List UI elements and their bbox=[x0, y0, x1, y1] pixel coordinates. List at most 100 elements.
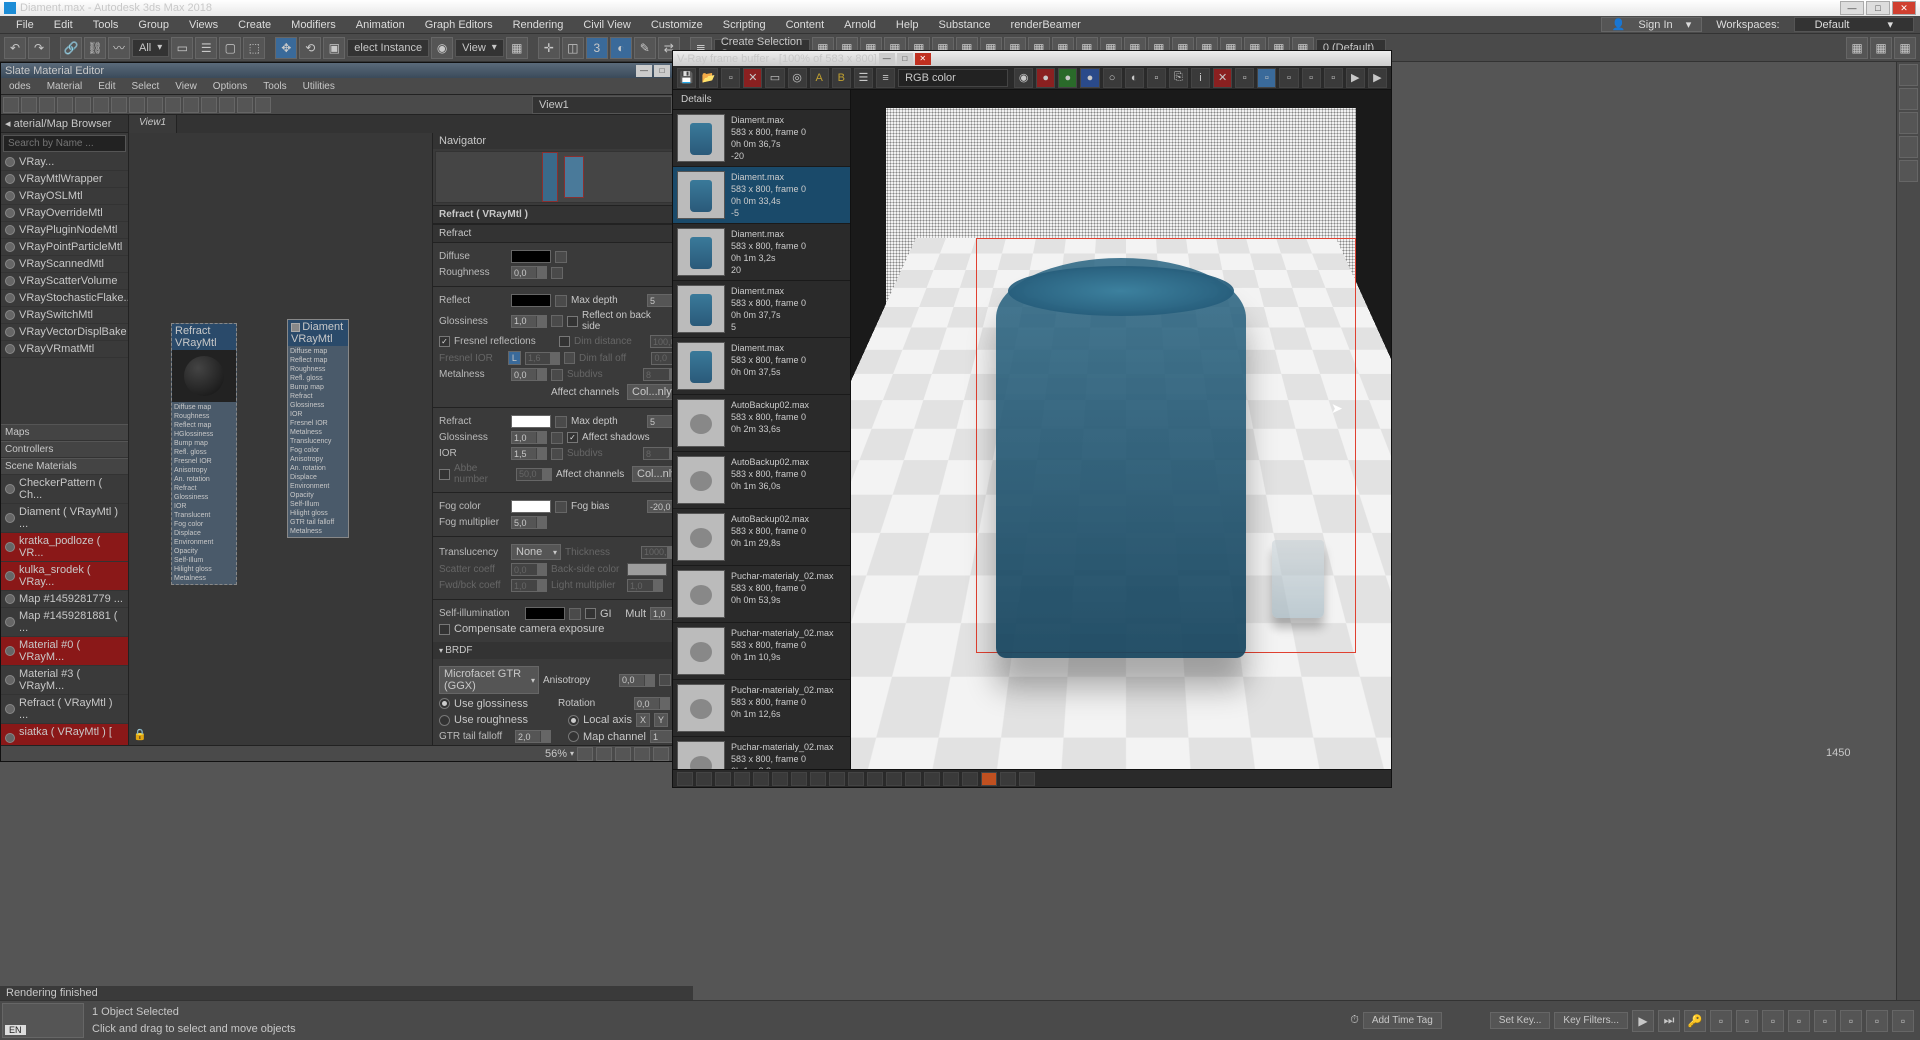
scene-materials-group[interactable]: Scene Materials bbox=[1, 458, 128, 475]
vfb-stb-15[interactable] bbox=[943, 772, 959, 786]
slate-tb-4[interactable] bbox=[57, 97, 73, 113]
fresnel-lock-button[interactable]: L bbox=[508, 351, 521, 365]
menu-renderbeamer[interactable]: renderBeamer bbox=[1001, 19, 1091, 31]
reflect-gloss-map-button[interactable] bbox=[551, 315, 563, 327]
diffuse-map-button[interactable] bbox=[555, 251, 567, 263]
selfillum-swatch[interactable] bbox=[525, 607, 565, 620]
vfb-render-button[interactable]: ▶ bbox=[1368, 68, 1387, 88]
ior-spinner[interactable]: 1,5 bbox=[511, 447, 547, 460]
reflect-swatch[interactable] bbox=[511, 294, 551, 307]
slate-tb-15[interactable] bbox=[255, 97, 271, 113]
vfb-channel-dropdown[interactable]: RGB color bbox=[898, 69, 1008, 87]
vfb-stb-8[interactable] bbox=[810, 772, 826, 786]
brdf-dropdown[interactable]: Microfacet GTR (GGX) bbox=[439, 666, 539, 694]
menu-tools[interactable]: Tools bbox=[83, 19, 129, 31]
vfb-render-area[interactable]: ➤ bbox=[851, 90, 1391, 769]
add-time-tag-button[interactable]: Add Time Tag bbox=[1363, 1012, 1442, 1029]
browser-item[interactable]: VRayVRmatMtl bbox=[1, 341, 128, 358]
time-slider-icon[interactable]: ⏱ bbox=[1350, 1014, 1359, 1027]
local-axis-radio[interactable] bbox=[568, 715, 579, 726]
slate-menu-tools[interactable]: Tools bbox=[255, 81, 294, 92]
slate-tb-5[interactable] bbox=[75, 97, 91, 113]
history-item[interactable]: Puchar-materialy_02.max583 x 800, frame … bbox=[673, 680, 850, 737]
vfb-close-button[interactable]: ✕ bbox=[915, 53, 931, 65]
vfb-stb-5[interactable] bbox=[753, 772, 769, 786]
anim-play-button[interactable]: ▶ bbox=[1632, 1010, 1654, 1032]
viewport-nav-8[interactable]: ▫ bbox=[1892, 1010, 1914, 1032]
history-item[interactable]: AutoBackup02.max583 x 800, frame 00h 1m … bbox=[673, 509, 850, 566]
slate-layout-button[interactable] bbox=[653, 747, 669, 761]
vfb-stb-3[interactable] bbox=[715, 772, 731, 786]
roughness-spinner[interactable]: 0,0 bbox=[511, 266, 547, 279]
vfb-stb-6[interactable] bbox=[772, 772, 788, 786]
vfb-r-button[interactable]: ● bbox=[1036, 68, 1055, 88]
abbe-checkbox[interactable] bbox=[439, 469, 450, 480]
menu-arnold[interactable]: Arnold bbox=[834, 19, 886, 31]
vfb-mono-button[interactable]: ◐ bbox=[1125, 68, 1144, 88]
browser-item[interactable]: VRayOverrideMtl bbox=[1, 205, 128, 222]
menu-edit[interactable]: Edit bbox=[44, 19, 83, 31]
vfb-stb-4[interactable] bbox=[734, 772, 750, 786]
compensate-checkbox[interactable] bbox=[439, 624, 450, 635]
vfb-g-button[interactable]: ● bbox=[1058, 68, 1077, 88]
vfb-b-button[interactable]: ● bbox=[1080, 68, 1099, 88]
vfb-stb-16[interactable] bbox=[962, 772, 978, 786]
menu-file[interactable]: File bbox=[6, 19, 44, 31]
vfb-stb-14[interactable] bbox=[924, 772, 940, 786]
viewport-nav-1[interactable]: ▫ bbox=[1710, 1010, 1732, 1032]
slate-menu-options[interactable]: Options bbox=[205, 81, 255, 92]
rotate-button[interactable]: ⟲ bbox=[299, 37, 321, 59]
menu-scripting[interactable]: Scripting bbox=[713, 19, 776, 31]
vfb-tb-e[interactable]: ▫ bbox=[1324, 68, 1343, 88]
vfb-clear-button[interactable]: ✕ bbox=[743, 68, 762, 88]
browser-item[interactable]: VRayStochasticFlake... bbox=[1, 290, 128, 307]
use-rough-radio[interactable] bbox=[439, 715, 450, 726]
slate-zoomsel-button[interactable] bbox=[634, 747, 650, 761]
snap-toggle[interactable]: ✛ bbox=[538, 37, 560, 59]
browser-search-input[interactable] bbox=[3, 135, 126, 152]
menu-content[interactable]: Content bbox=[776, 19, 835, 31]
link-button[interactable]: 🔗 bbox=[60, 37, 82, 59]
material-node-refract[interactable]: RefractVRayMtl Diffuse mapRoughnessRefle… bbox=[171, 323, 237, 585]
browser-item[interactable]: VRayOSLMtl bbox=[1, 188, 128, 205]
slate-titlebar[interactable]: Slate Material Editor — □ ✕ bbox=[1, 63, 692, 78]
slate-maximize-button[interactable]: □ bbox=[654, 65, 670, 77]
history-item[interactable]: AutoBackup02.max583 x 800, frame 00h 2m … bbox=[673, 395, 850, 452]
slate-menu-edit[interactable]: Edit bbox=[90, 81, 123, 92]
metalness-spinner[interactable]: 0,0 bbox=[511, 368, 547, 381]
scene-material-item[interactable]: CheckerPattern ( Ch... bbox=[1, 475, 128, 504]
scene-material-item[interactable]: siatka ( VRayMtl ) [ ... bbox=[1, 724, 128, 745]
slate-pan-button[interactable] bbox=[577, 747, 593, 761]
percent-snap-toggle[interactable]: 3 bbox=[586, 37, 608, 59]
slate-view-dropdown[interactable]: View1 bbox=[532, 96, 672, 114]
render-last-button[interactable]: ▦ bbox=[1894, 37, 1916, 59]
vfb-clamp-button[interactable]: ▫ bbox=[1147, 68, 1166, 88]
refract-gloss-map-button[interactable] bbox=[551, 432, 563, 444]
history-item[interactable]: Puchar-materialy_02.max583 x 800, frame … bbox=[673, 737, 850, 769]
render-setup-button[interactable]: ▦ bbox=[1846, 37, 1868, 59]
slate-tb-13[interactable] bbox=[219, 97, 235, 113]
close-button[interactable]: ✕ bbox=[1892, 1, 1916, 15]
roughness-map-button[interactable] bbox=[551, 267, 563, 279]
vfb-ab-a-button[interactable]: A bbox=[810, 68, 829, 88]
material-node-diament[interactable]: DiamentVRayMtl Diffuse mapReflect mapRou… bbox=[287, 319, 349, 538]
navigator-preview[interactable] bbox=[435, 151, 690, 203]
fogcolor-swatch[interactable] bbox=[511, 500, 551, 513]
aniso-spinner[interactable]: 0,0 bbox=[619, 674, 655, 687]
backside-checkbox[interactable] bbox=[567, 316, 578, 327]
vfb-stb-12[interactable] bbox=[886, 772, 902, 786]
history-item[interactable]: Puchar-materialy_02.max583 x 800, frame … bbox=[673, 623, 850, 680]
rect-select-button[interactable]: ▢ bbox=[219, 37, 241, 59]
vfb-stb-11[interactable] bbox=[867, 772, 883, 786]
translucency-dropdown[interactable]: None bbox=[511, 544, 561, 560]
select-name-button[interactable]: ☰ bbox=[195, 37, 217, 59]
vfb-stb-2[interactable] bbox=[696, 772, 712, 786]
signin-button[interactable]: 👤 Sign In ▾ bbox=[1601, 17, 1703, 32]
ior-map-button[interactable] bbox=[551, 448, 563, 460]
viewport-nav-6[interactable]: ▫ bbox=[1840, 1010, 1862, 1032]
vfb-save-button[interactable]: 💾 bbox=[677, 68, 696, 88]
rollout-refract-header[interactable]: Refract bbox=[433, 224, 692, 243]
slate-tb-12[interactable] bbox=[201, 97, 217, 113]
viewport-nav-2[interactable]: ▫ bbox=[1736, 1010, 1758, 1032]
vfb-alpha-button[interactable]: ○ bbox=[1103, 68, 1122, 88]
